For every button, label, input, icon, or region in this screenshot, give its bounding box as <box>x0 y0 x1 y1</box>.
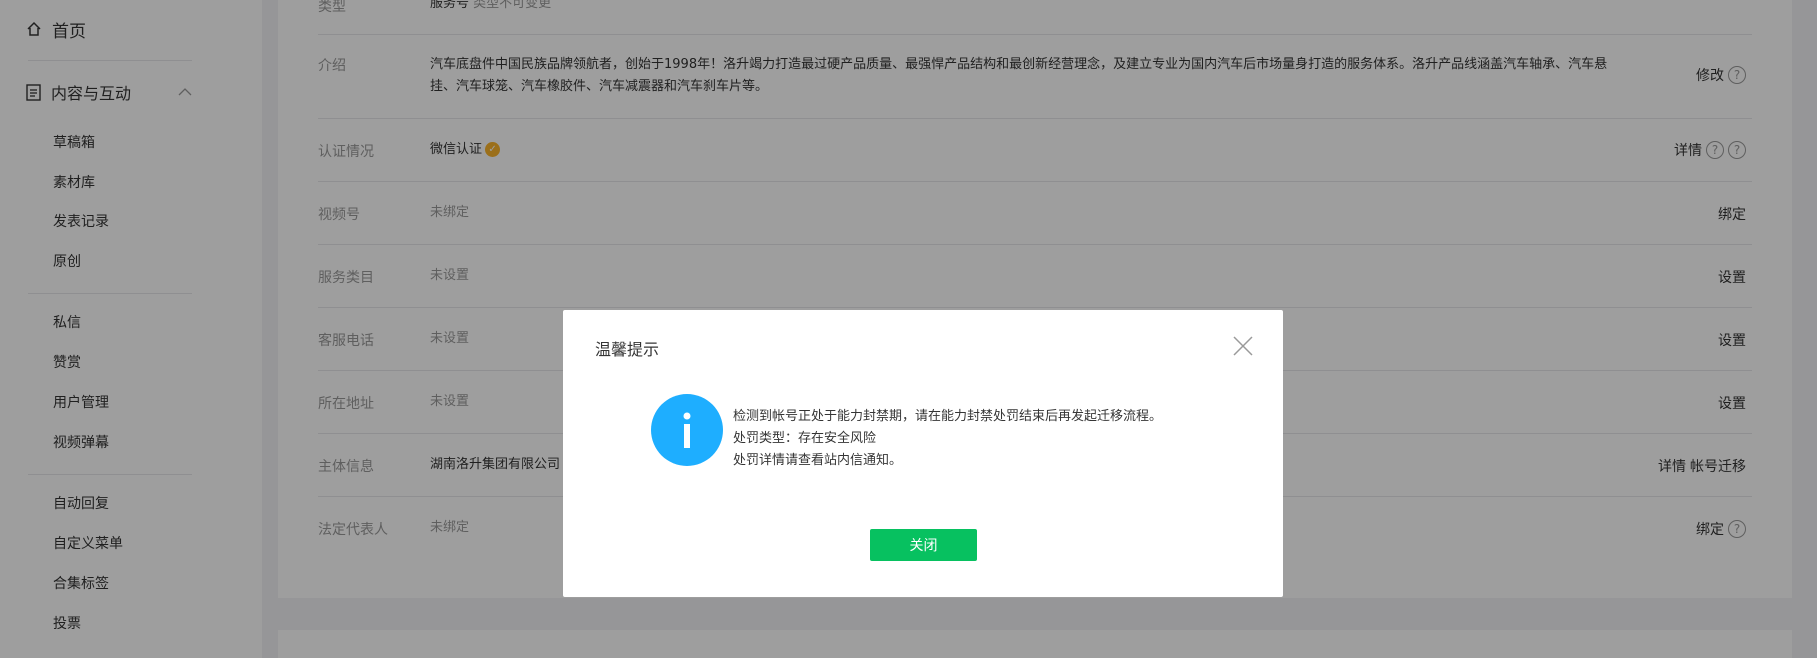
message-line: 处罚详情请查看站内信通知。 <box>733 453 903 468</box>
dialog-message: 检测到帐号正处于能力封禁期，请在能力封禁处罚结束后再发起迁移流程。 处罚类型：存… <box>733 406 1162 472</box>
message-line: 检测到帐号正处于能力封禁期，请在能力封禁处罚结束后再发起迁移流程。 <box>733 409 1163 424</box>
message-line: 处罚类型：存在安全风险 <box>733 431 877 446</box>
dialog-title: 温馨提示 <box>595 340 660 359</box>
close-icon[interactable] <box>1231 334 1255 358</box>
notice-dialog: 温馨提示 检测到帐号正处于能力封禁期，请在能力封禁处罚结束后再发起迁移流程。 处… <box>563 310 1283 597</box>
close-button[interactable]: 关闭 <box>870 529 977 561</box>
info-icon <box>651 394 723 466</box>
